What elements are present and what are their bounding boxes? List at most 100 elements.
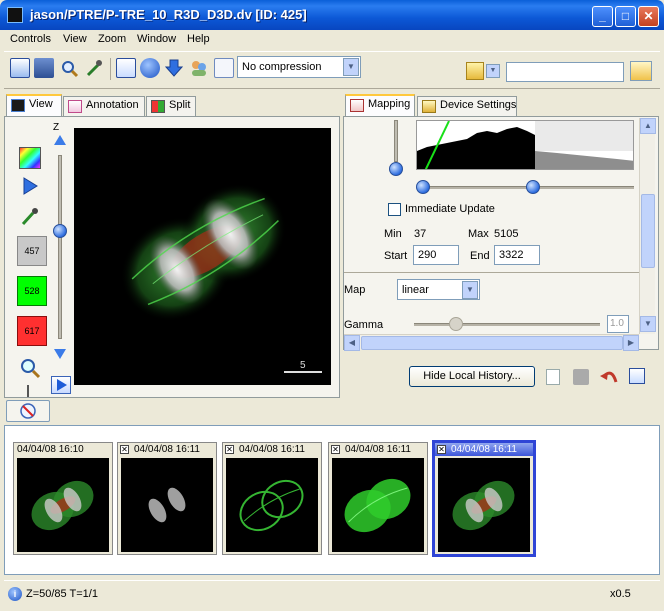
properties-icon[interactable] — [10, 58, 30, 78]
title-bar[interactable]: jason/PTRE/P-TRE_10_R3D_D3D.dv [ID: 425]… — [0, 0, 664, 30]
channel-457-button[interactable]: 457 — [17, 236, 47, 266]
channel-617-button[interactable]: 617 — [17, 316, 47, 346]
tab-device-settings-label: Device Settings — [440, 99, 517, 111]
color-palette-icon[interactable] — [19, 147, 41, 169]
undo-icon[interactable] — [600, 368, 618, 389]
scale-bar-label: 5 — [300, 360, 306, 371]
microscopy-image[interactable]: 5 — [74, 128, 331, 385]
hide-local-history-button[interactable]: Hide Local History... — [409, 366, 535, 387]
tab-device-settings[interactable]: Device Settings — [417, 96, 517, 116]
users-icon[interactable] — [189, 58, 209, 78]
tag-dropdown-icon[interactable]: ▼ — [486, 64, 500, 78]
thumbnail-timestamp: 04/04/08 16:11 — [345, 444, 411, 455]
scroll-down-icon[interactable]: ▼ — [640, 316, 656, 332]
close-thumbnail-icon[interactable]: ✕ — [120, 445, 129, 454]
thumbnail-image — [17, 458, 109, 552]
toolbar-divider — [110, 58, 111, 80]
histogram-vslider-track[interactable] — [394, 120, 398, 162]
eyedropper-icon[interactable] — [19, 205, 41, 227]
map-select[interactable]: linear ▼ — [397, 279, 480, 300]
zoom-icon[interactable] — [59, 58, 79, 78]
start-input[interactable]: 290 — [413, 245, 459, 265]
zoom-slider-track[interactable] — [27, 385, 29, 397]
menu-help[interactable]: Help — [187, 33, 210, 45]
info-icon: i — [8, 587, 22, 601]
info-icon[interactable] — [140, 58, 160, 78]
tab-split[interactable]: Split — [146, 96, 196, 116]
menu-view[interactable]: View — [63, 33, 87, 45]
tab-view[interactable]: View — [6, 94, 62, 116]
scroll-up-icon[interactable]: ▲ — [640, 118, 656, 134]
histogram — [416, 120, 634, 170]
zoom-in-icon[interactable] — [19, 357, 41, 379]
menu-zoom[interactable]: Zoom — [98, 33, 126, 45]
edit-icon[interactable] — [116, 58, 136, 78]
vertical-scrollbar[interactable]: ▲ ▼ — [639, 118, 656, 334]
z-slider-track[interactable] — [58, 155, 62, 339]
thumbnail-timestamp: 04/04/08 16:11 — [134, 444, 200, 455]
tab-mapping-label: Mapping — [368, 98, 411, 110]
z-up-arrow-icon[interactable] — [54, 135, 66, 148]
menu-window[interactable]: Window — [137, 33, 176, 45]
compression-select[interactable]: No compression ▼ — [237, 56, 361, 78]
download-icon[interactable] — [164, 58, 184, 78]
pipette-icon[interactable] — [84, 58, 104, 78]
search-input[interactable] — [506, 62, 624, 82]
chevron-down-icon: ▼ — [343, 58, 359, 76]
tag-icon[interactable] — [466, 62, 484, 80]
map-label: Map — [344, 284, 366, 296]
gamma-label: Gamma — [344, 319, 384, 331]
range-start-handle[interactable] — [416, 180, 430, 194]
close-button[interactable]: ✕ — [638, 6, 659, 27]
close-thumbnail-icon[interactable]: ✕ — [225, 445, 234, 454]
minimize-button[interactable]: _ — [592, 6, 613, 27]
play-icon[interactable] — [19, 175, 41, 197]
close-thumbnail-icon[interactable]: ✕ — [437, 445, 446, 454]
vertical-scroll-thumb[interactable] — [641, 194, 655, 268]
immediate-update-checkbox[interactable] — [388, 203, 401, 216]
scroll-left-icon[interactable]: ◀ — [344, 335, 360, 351]
search-doc-icon[interactable] — [214, 58, 234, 78]
history-thumbnail-selected[interactable]: ✕ 04/04/08 16:11 — [432, 440, 536, 557]
history-toggle-button[interactable] — [6, 400, 50, 422]
compression-value: No compression — [242, 61, 322, 73]
right-tab-strip: Mapping Device Settings — [343, 94, 659, 116]
gamma-slider-track[interactable] — [414, 323, 600, 326]
z-slider-handle[interactable] — [53, 224, 67, 238]
play-forward-button[interactable] — [51, 376, 71, 394]
movie-icon[interactable] — [34, 58, 54, 78]
thumbnail-timestamp: 04/04/08 16:10 — [17, 444, 84, 455]
history-thumbnail[interactable]: ✕ 04/04/08 16:11 — [222, 442, 322, 555]
horizontal-scroll-thumb[interactable] — [361, 336, 623, 350]
z-down-arrow-icon[interactable] — [54, 349, 66, 362]
histogram-vslider-handle[interactable] — [389, 162, 403, 176]
range-end-handle[interactable] — [526, 180, 540, 194]
annotation-icon — [68, 100, 82, 113]
chevron-down-icon: ▼ — [462, 281, 478, 299]
maximize-button[interactable]: □ — [615, 6, 636, 27]
channel-528-button[interactable]: 528 — [17, 276, 47, 306]
thumbnail-timestamp: 04/04/08 16:11 — [451, 444, 517, 455]
close-thumbnail-icon[interactable]: ✕ — [331, 445, 340, 454]
menu-controls[interactable]: Controls — [10, 33, 51, 45]
device-icon — [422, 100, 436, 113]
paste-icon[interactable] — [573, 369, 589, 385]
thumbnail-image — [226, 458, 318, 552]
copy-icon[interactable] — [546, 369, 560, 385]
end-input[interactable]: 3322 — [494, 245, 540, 265]
gamma-slider-handle[interactable] — [449, 317, 463, 331]
tab-view-label: View — [29, 98, 53, 110]
tab-mapping[interactable]: Mapping — [345, 94, 415, 116]
gamma-input[interactable]: 1.0 — [607, 315, 629, 333]
tab-annotation[interactable]: Annotation — [63, 96, 145, 116]
history-thumbnail[interactable]: ✕ 04/04/08 16:11 — [117, 442, 217, 555]
channel-457-label: 457 — [24, 246, 40, 256]
left-tab-strip: View Annotation Split — [4, 94, 340, 116]
horizontal-scrollbar[interactable]: ◀ ▶ — [344, 334, 639, 351]
channel-617-label: 617 — [24, 326, 40, 336]
history-thumbnail[interactable]: 04/04/08 16:10 — [13, 442, 113, 555]
history-thumbnail[interactable]: ✕ 04/04/08 16:11 — [328, 442, 428, 555]
save-icon[interactable] — [629, 368, 645, 384]
new-tag-icon[interactable] — [630, 61, 652, 81]
scroll-right-icon[interactable]: ▶ — [623, 335, 639, 351]
